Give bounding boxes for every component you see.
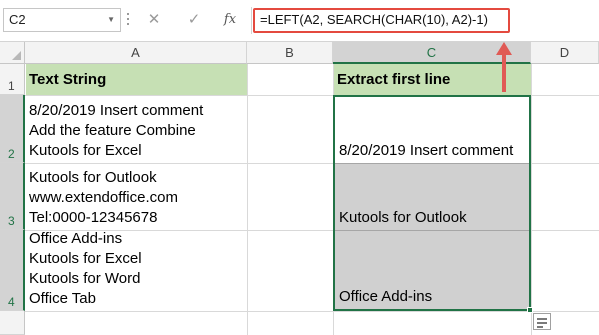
cell-a3-line: www.extendoffice.com	[29, 189, 178, 206]
row-header-3-label: 3	[8, 214, 15, 228]
row-header-3[interactable]: 3	[0, 163, 25, 230]
row-header-5[interactable]	[0, 311, 25, 335]
name-box-value: C2	[9, 12, 26, 27]
cell-a3[interactable]: Kutools for Outlook www.extendoffice.com…	[26, 164, 247, 230]
cell-a4-line: Kutools for Word	[29, 270, 141, 287]
row-header-2[interactable]: 2	[0, 95, 25, 163]
column-header-a[interactable]: A	[25, 42, 247, 64]
name-box-dropdown-icon[interactable]: ▼	[107, 9, 115, 31]
grid-line	[25, 311, 599, 312]
cancel-icon[interactable]: ✕	[145, 9, 163, 31]
cell-a1[interactable]: Text String	[26, 64, 247, 95]
cell-a4-line: Office Tab	[29, 290, 96, 307]
formula-bar: C2 ▼ ✕ ✓ fx =LEFT(A2, SEARCH(CHAR(10), A…	[0, 0, 599, 42]
cell-a3-line: Tel:0000-12345678	[29, 209, 158, 226]
cell-a2-line: Add the feature Combine	[29, 122, 196, 139]
cell-a4-line: Kutools for Excel	[29, 250, 142, 267]
drag-handle-icon[interactable]	[127, 13, 130, 27]
row-header-2-label: 2	[8, 147, 15, 161]
row-header-4-label: 4	[8, 295, 15, 309]
name-box[interactable]: C2 ▼	[3, 8, 121, 32]
select-all-button[interactable]	[0, 42, 25, 64]
column-header-d[interactable]: D	[531, 42, 599, 64]
grid-line	[247, 64, 248, 335]
quick-analysis-icon[interactable]	[533, 313, 551, 330]
cell-a2[interactable]: 8/20/2019 Insert comment Add the feature…	[26, 96, 247, 163]
selection-border	[333, 95, 531, 311]
cell-a2-line: 8/20/2019 Insert comment	[29, 102, 204, 119]
column-header-b[interactable]: B	[247, 42, 333, 64]
formula-text[interactable]: =LEFT(A2, SEARCH(CHAR(10), A2)-1)	[260, 12, 488, 27]
row-header-1[interactable]: 1	[0, 64, 25, 95]
cell-a4-line: Office Add-ins	[29, 231, 123, 247]
cell-a2-line: Kutools for Excel	[29, 142, 142, 159]
grid-line	[531, 64, 532, 335]
arrow-shaft	[502, 52, 506, 92]
cell-a3-line: Kutools for Outlook	[29, 169, 157, 186]
fx-icon[interactable]: fx	[220, 9, 240, 31]
cell-a4[interactable]: Office Add-ins Kutools for Excel Kutools…	[26, 231, 247, 311]
row-header-4[interactable]: 4	[0, 230, 25, 311]
enter-icon[interactable]: ✓	[185, 9, 203, 31]
row-header-1-label: 1	[8, 79, 15, 93]
